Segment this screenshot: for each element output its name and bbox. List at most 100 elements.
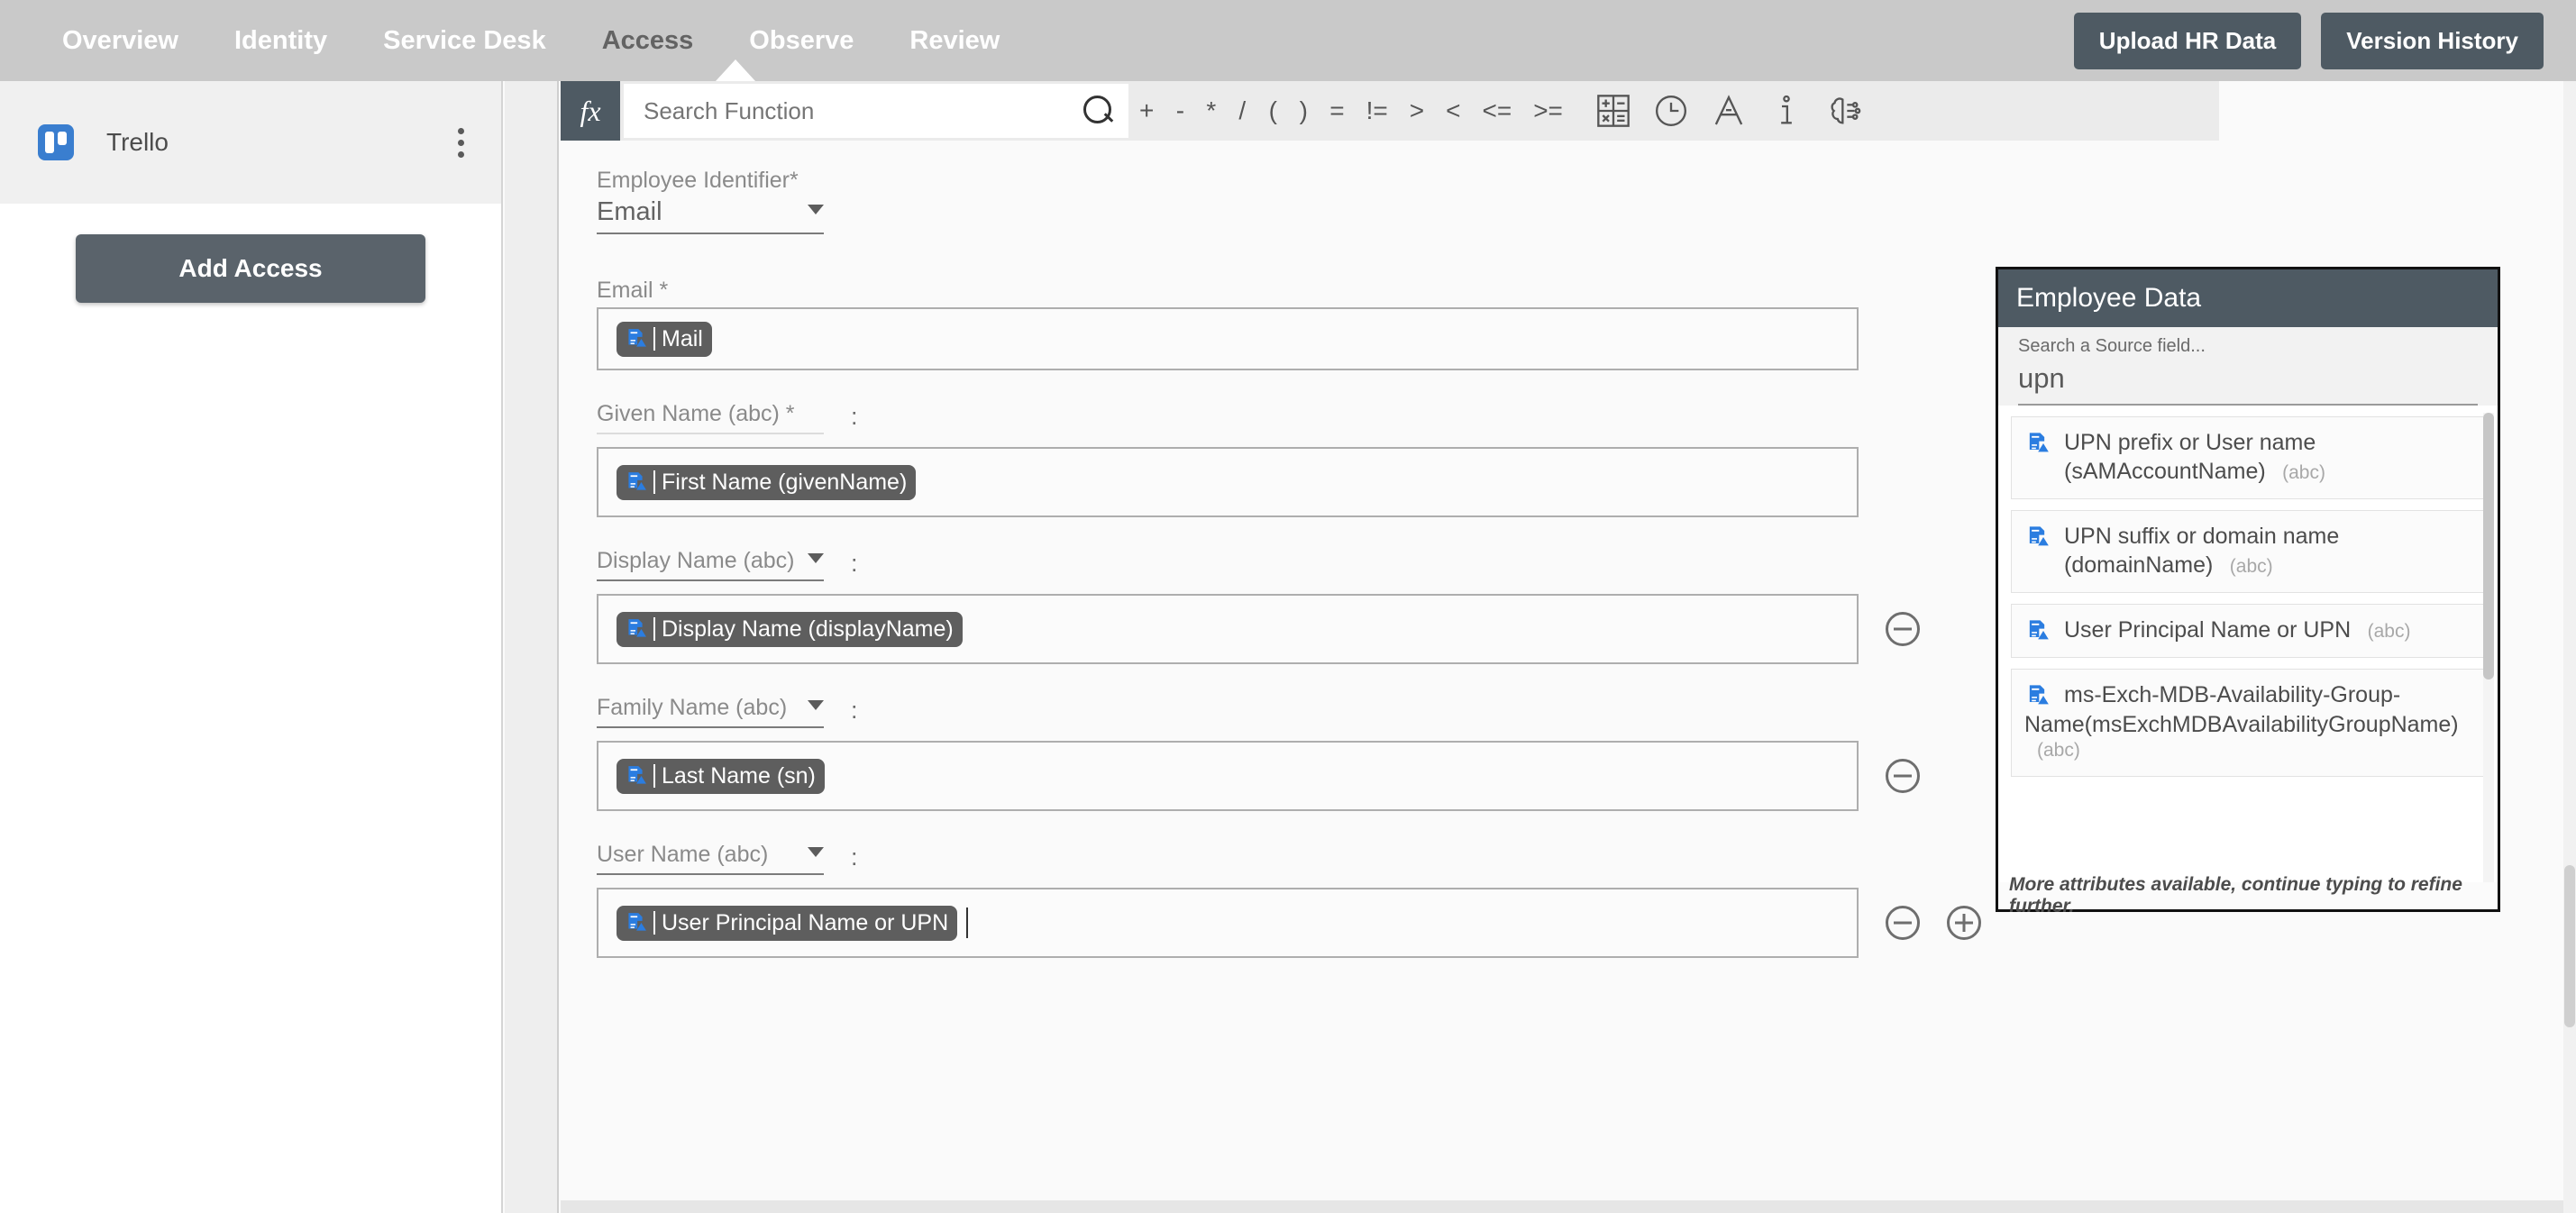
search-icon[interactable] xyxy=(1083,96,1114,126)
operator-minus[interactable]: - xyxy=(1165,96,1195,125)
version-history-button[interactable]: Version History xyxy=(2321,12,2544,69)
colon-separator: : xyxy=(851,844,858,871)
ai-brain-icon[interactable] xyxy=(1826,93,1862,129)
operator-less-than[interactable]: < xyxy=(1435,96,1471,125)
source-field-search-label: Search a Source field... xyxy=(2018,336,2206,356)
chip-separator xyxy=(653,911,655,935)
expression-row-given-name: First Name (givenName) xyxy=(597,447,2219,517)
chevron-down-icon xyxy=(808,847,824,857)
text-format-icon[interactable] xyxy=(1711,93,1747,129)
field-select-display-name[interactable]: Display Name (abc) xyxy=(597,548,824,581)
expression-input-given-name[interactable]: First Name (givenName) xyxy=(597,447,1859,517)
field-group-display-name: Display Name (abc) : Display Name (displ… xyxy=(597,548,2219,664)
expression-row-family-name: Last Name (sn) xyxy=(597,741,2219,811)
field-group-user-name: User Name (abc) : User Principal Name or… xyxy=(597,842,2219,958)
colon-separator: : xyxy=(851,550,858,577)
tab-overview[interactable]: Overview xyxy=(34,0,206,81)
attribute-chip[interactable]: User Principal Name or UPN xyxy=(617,905,958,941)
remove-row-button[interactable] xyxy=(1886,612,1920,646)
attribute-chip[interactable]: Mail xyxy=(617,321,712,357)
list-item-type: (abc) xyxy=(2367,621,2411,642)
active-tab-pointer-icon xyxy=(716,59,755,81)
math-operations-icon[interactable] xyxy=(1595,93,1631,129)
attribute-icon xyxy=(628,472,646,490)
operator-not-equals[interactable]: != xyxy=(1356,96,1399,125)
clock-icon[interactable] xyxy=(1653,93,1689,129)
list-item[interactable]: ms-Exch-MDB-Availability-Group-Name(msEx… xyxy=(2011,669,2485,777)
employee-identifier-select[interactable]: Email xyxy=(597,197,824,234)
tab-identity[interactable]: Identity xyxy=(206,0,355,81)
operator-less-equal[interactable]: <= xyxy=(1471,96,1522,125)
field-select-given-name[interactable]: Given Name (abc) * xyxy=(597,401,824,434)
field-label-display-name: Display Name (abc) xyxy=(597,548,795,573)
tab-review[interactable]: Review xyxy=(882,0,1028,81)
panel-scrollbar-thumb[interactable] xyxy=(2483,413,2494,679)
list-item[interactable]: User Principal Name or UPN (abc) xyxy=(2011,604,2485,658)
tab-service-desk[interactable]: Service Desk xyxy=(355,0,574,81)
field-label-given-name: Given Name (abc) * xyxy=(597,401,795,426)
source-field-results-list: UPN prefix or User name (sAMAccountName)… xyxy=(1998,406,2498,909)
page-scrollbar-thumb[interactable] xyxy=(2564,865,2575,1027)
attribute-icon xyxy=(628,766,646,784)
list-item-label: User Principal Name or UPN xyxy=(2064,617,2352,643)
top-navigation-bar: Overview Identity Service Desk Access Ob… xyxy=(0,0,2576,81)
fx-button[interactable]: fx xyxy=(561,81,620,141)
list-item[interactable]: UPN suffix or domain name (domainName) (… xyxy=(2011,510,2485,593)
expression-input-display-name[interactable]: Display Name (displayName) xyxy=(597,594,1859,664)
sidebar-item-trello[interactable]: Trello xyxy=(0,81,501,204)
expression-input-user-name[interactable]: User Principal Name or UPN xyxy=(597,888,1859,958)
expression-input-family-name[interactable]: Last Name (sn) xyxy=(597,741,1859,811)
operator-greater-than[interactable]: > xyxy=(1399,96,1435,125)
sidebar: Trello Add Access xyxy=(0,81,503,1213)
operator-open-paren[interactable]: ( xyxy=(1257,96,1288,125)
chip-label: User Principal Name or UPN xyxy=(662,909,949,935)
operator-multiply[interactable]: * xyxy=(1195,96,1227,125)
chevron-down-icon xyxy=(808,553,824,563)
sidebar-app-name: Trello xyxy=(106,128,169,156)
page-scrollbar-horizontal[interactable] xyxy=(561,1200,2563,1213)
expression-row-email: Mail xyxy=(597,307,2219,370)
operator-close-paren[interactable]: ) xyxy=(1288,96,1319,125)
add-row-button[interactable] xyxy=(1947,906,1981,940)
employee-data-panel: Employee Data Search a Source field... u… xyxy=(1996,267,2500,917)
toolbar-icon-list xyxy=(1595,93,1862,129)
trello-icon xyxy=(38,124,74,160)
employee-identifier-value: Email xyxy=(597,197,662,226)
tab-access[interactable]: Access xyxy=(574,0,722,81)
attribute-icon xyxy=(628,913,646,931)
chip-label: Display Name (displayName) xyxy=(662,616,954,642)
source-field-search-input[interactable]: upn xyxy=(2018,357,2478,406)
list-item-label: UPN prefix or User name (sAMAccountName) xyxy=(2064,430,2316,484)
operator-greater-equal[interactable]: >= xyxy=(1522,96,1574,125)
info-icon[interactable] xyxy=(1768,93,1804,129)
remove-row-button[interactable] xyxy=(1886,759,1920,793)
search-function-input[interactable] xyxy=(644,96,1083,125)
list-item-type: (abc) xyxy=(2037,740,2080,761)
colon-separator: : xyxy=(851,403,858,430)
attribute-icon xyxy=(2029,620,2049,640)
list-item[interactable]: UPN prefix or User name (sAMAccountName)… xyxy=(2011,416,2485,499)
attribute-chip[interactable]: Display Name (displayName) xyxy=(617,611,963,647)
field-select-family-name[interactable]: Family Name (abc) xyxy=(597,695,824,728)
operator-divide[interactable]: / xyxy=(1227,96,1257,125)
kebab-menu-icon[interactable] xyxy=(458,127,465,158)
upload-hr-data-button[interactable]: Upload HR Data xyxy=(2073,12,2302,69)
expression-input-email[interactable]: Mail xyxy=(597,307,1859,370)
remove-row-button[interactable] xyxy=(1886,906,1920,940)
employee-identifier-row: Email xyxy=(597,197,2219,234)
operator-plus[interactable]: + xyxy=(1128,96,1165,125)
operator-equals[interactable]: = xyxy=(1319,96,1355,125)
field-select-user-name[interactable]: User Name (abc) xyxy=(597,842,824,875)
add-access-button[interactable]: Add Access xyxy=(76,234,425,303)
employee-identifier-group: Employee Identifier* Email xyxy=(597,168,2219,234)
attribute-icon xyxy=(2029,526,2049,546)
chip-separator xyxy=(653,327,655,351)
field-header-user-name: User Name (abc) : xyxy=(597,842,2219,875)
attribute-chip[interactable]: First Name (givenName) xyxy=(617,464,917,500)
page-scrollbar-vertical[interactable] xyxy=(2563,81,2576,1213)
attribute-chip[interactable]: Last Name (sn) xyxy=(617,758,825,794)
expression-row-display-name: Display Name (displayName) xyxy=(597,594,2219,664)
